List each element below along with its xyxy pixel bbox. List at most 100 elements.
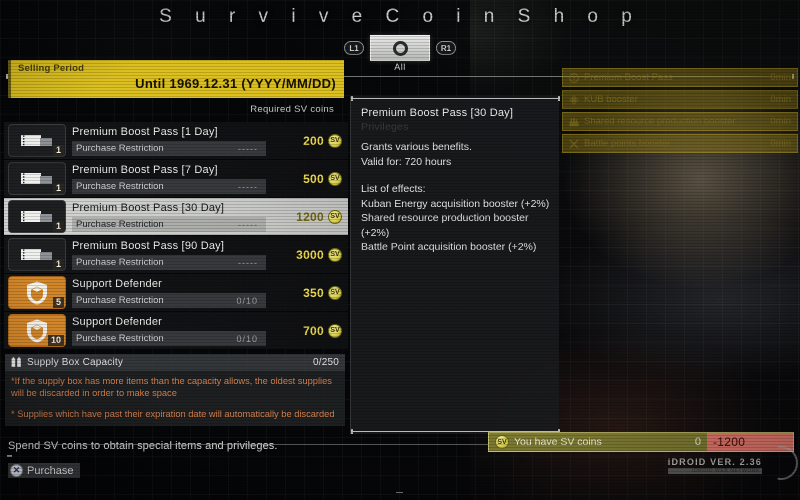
sv-coin-icon: SV — [495, 435, 509, 449]
item-quantity-badge: 1 — [52, 221, 64, 232]
sv-coin-icon: SV — [328, 133, 342, 148]
ticket-icon: 1 — [8, 238, 66, 271]
purchase-restriction-label: Purchase Restriction — [76, 181, 164, 192]
shop-item-row[interactable]: 1 Premium Boost Pass [7 Day] Purchase Rest… — [4, 160, 348, 197]
atom-icon — [569, 94, 579, 105]
detail-line-2: Valid for: 720 hours — [361, 155, 452, 168]
shop-item-name: Premium Boost Pass [90 Day] — [72, 240, 225, 252]
support-defender-icon: 5 — [8, 276, 66, 309]
sv-coin-icon: SV — [328, 171, 342, 186]
price-column-header: Required SV coins — [250, 104, 334, 115]
shop-item-info: Premium Boost Pass [30 Day] Purchase Rest… — [66, 201, 270, 232]
circle-ring-icon — [392, 40, 408, 56]
shop-item-name: Support Defender — [72, 278, 163, 290]
detail-line-3: List of effects: — [361, 183, 426, 195]
sv-coin-icon: SV — [328, 323, 342, 338]
shop-item-info: Premium Boost Pass [90 Day] Purchase Rest… — [66, 239, 270, 270]
shop-item-price: 3000 SV — [270, 247, 348, 262]
shop-item-info: Support Defender Purchase Restriction 0/10 — [66, 315, 270, 346]
active-buff-row: Premium Boost Pass 0min — [562, 68, 798, 87]
l1-bumper-icon[interactable]: L1 — [344, 41, 364, 55]
purchase-button[interactable]: ✕ Purchase — [8, 463, 81, 478]
shop-item-price-value: 3000 — [296, 247, 324, 262]
purchase-restriction-value: 0/10 — [236, 295, 258, 306]
active-buff-list: Premium Boost Pass 0min KUB booster 0min Sha… — [562, 68, 798, 156]
footer-tick-left — [7, 455, 12, 457]
shop-item-row[interactable]: 1 Premium Boost Pass [90 Day] Purchase Res… — [4, 236, 348, 273]
coin-balance-label: You have SV coins — [514, 436, 602, 448]
shop-item-price-value: 500 — [303, 171, 324, 186]
page-title: S u r v i v e C o i n S h o p — [159, 6, 641, 27]
detail-line-6: Battle Point acquisition booster (+2%) — [361, 241, 537, 253]
purchase-restriction: Purchase Restriction 0/10 — [72, 293, 266, 308]
factory-icon — [569, 117, 579, 127]
detail-top-divider — [351, 96, 560, 101]
tab-bar: L1 R1 — [0, 35, 800, 61]
active-buff-row: Battle points booster 0min — [562, 134, 798, 153]
survive-coin-shop-screen: S u r v i v e C o i n S h o p L1 R1 All … — [0, 0, 800, 500]
detail-line-4: Kuban Energy acquisition booster (+2%) — [361, 197, 550, 210]
shop-item-list[interactable]: 1 Premium Boost Pass [1 Day] Purchase Rest… — [4, 122, 348, 349]
coin-balance-amount: 0 — [694, 436, 701, 448]
ticket-icon: 1 — [8, 200, 66, 233]
active-buff-duration: 0min — [770, 138, 791, 149]
selling-period-value: Until 1969.12.31 (YYYY/MM/DD) — [135, 76, 336, 91]
purchase-restriction: Purchase Restriction ----- — [72, 217, 266, 232]
purchase-restriction-label: Purchase Restriction — [76, 295, 164, 306]
footer-tick-center — [396, 492, 403, 493]
active-buff-label: Shared resource production booster — [584, 116, 736, 127]
shop-item-price: 200 SV — [270, 133, 348, 148]
purchase-restriction-label: Purchase Restriction — [76, 143, 164, 154]
item-quantity-badge: 1 — [52, 145, 64, 156]
sv-coin-icon: SV — [328, 209, 342, 224]
active-buff-row: KUB booster 0min — [562, 90, 798, 109]
shop-item-info: Premium Boost Pass [7 Day] Purchase Restr… — [66, 163, 270, 194]
supply-note-2: * Supplies which have past their expirat… — [11, 409, 335, 419]
active-buff-duration: 0min — [770, 116, 791, 127]
shop-item-name: Support Defender — [72, 316, 163, 328]
coin-balance-main: SV You have SV coins 0 — [489, 433, 707, 451]
detail-line-1: Grants various benefits. — [361, 141, 472, 153]
item-quantity-badge: 5 — [52, 297, 64, 308]
item-quantity-badge: 1 — [52, 259, 64, 270]
purchase-restriction-label: Purchase Restriction — [76, 333, 164, 344]
item-quantity-badge: 1 — [52, 183, 64, 194]
supply-box-header: Supply Box Capacity 0/250 — [5, 354, 345, 371]
supply-note-1: *If the supply box has more items than t… — [11, 376, 332, 398]
shop-item-row[interactable]: 1 Premium Boost Pass [1 Day] Purchase Rest… — [4, 122, 348, 159]
shop-item-name: Premium Boost Pass [7 Day] — [72, 164, 218, 176]
shop-item-row[interactable]: 5 Support Defender Purchase Restriction 0/1… — [4, 274, 348, 311]
purchase-restriction: Purchase Restriction ----- — [72, 141, 266, 156]
sv-coin-icon: SV — [328, 247, 342, 262]
detail-description: Grants various benefits. Valid for: 720 … — [351, 133, 559, 255]
r1-bumper-icon[interactable]: R1 — [436, 41, 456, 55]
selling-period-banner: Selling Period Until 1969.12.31 (YYYY/MM… — [8, 60, 344, 98]
shop-left-panel: Selling Period Until 1969.12.31 (YYYY/MM… — [4, 60, 348, 452]
purchase-restriction-value: ----- — [238, 181, 258, 192]
shop-item-price: 1200 SV — [270, 209, 348, 224]
shop-item-price: 500 SV — [270, 171, 348, 186]
purchase-restriction-value: ----- — [238, 257, 258, 268]
crossed-swords-icon — [569, 139, 579, 149]
shop-item-row[interactable]: 10 Support Defender Purchase Restriction 0/… — [4, 312, 348, 349]
idroid-version-block: iDROID VER. 2.36 iDROID WEB NETWORK — [667, 457, 762, 474]
shop-item-price-value: 350 — [303, 285, 324, 300]
tab-all[interactable] — [370, 35, 430, 61]
selling-period-label: Selling Period — [18, 63, 85, 74]
ticket-icon: 1 — [8, 124, 66, 157]
exclamation-icon — [569, 72, 579, 83]
detail-title: Premium Boost Pass [30 Day] — [361, 107, 514, 119]
detail-subtitle: Privileges — [361, 121, 409, 133]
detail-line-5: Shared resource production booster (+2%) — [361, 212, 529, 239]
spend-hint-text: Spend SV coins to obtain special items a… — [8, 440, 278, 452]
shop-item-info: Support Defender Purchase Restriction 0/10 — [66, 277, 270, 308]
shop-item-price: 700 SV — [270, 323, 348, 338]
idroid-version: iDROID VER. 2.36 — [667, 457, 762, 467]
supply-box-panel: Supply Box Capacity 0/250 *If the supply… — [5, 354, 345, 426]
shop-item-name: Premium Boost Pass [30 Day] — [72, 202, 225, 214]
purchase-restriction: Purchase Restriction ----- — [72, 255, 266, 270]
detail-spacer — [361, 169, 550, 182]
shop-item-row[interactable]: 1 Premium Boost Pass [30 Day] Purchase Res… — [4, 198, 348, 235]
idroid-version-sub: iDROID WEB NETWORK — [667, 468, 762, 474]
active-buff-label: Premium Boost Pass — [584, 72, 673, 83]
